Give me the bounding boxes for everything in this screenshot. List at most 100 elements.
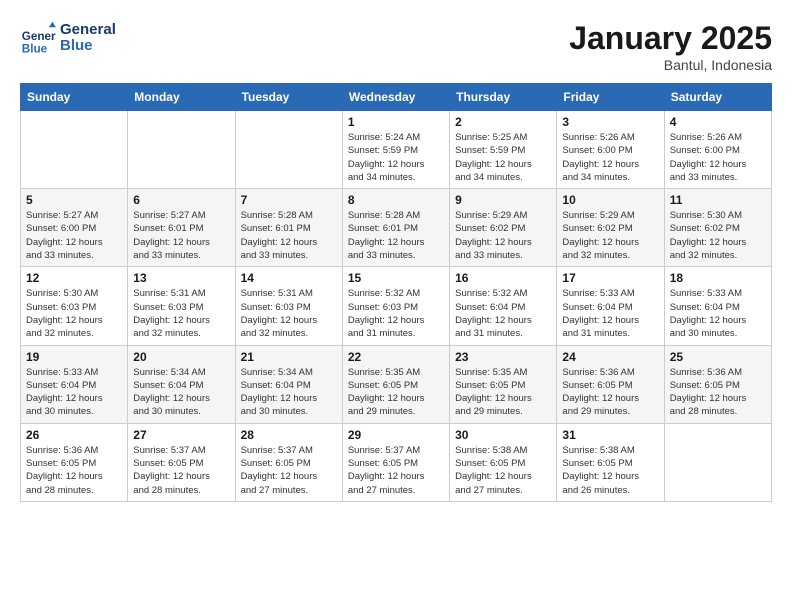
- day-number: 15: [348, 271, 444, 285]
- day-info: Sunrise: 5:35 AM Sunset: 6:05 PM Dayligh…: [455, 366, 551, 419]
- day-number: 12: [26, 271, 122, 285]
- weekday-header: Monday: [128, 84, 235, 111]
- calendar-cell: 2 Sunrise: 5:25 AM Sunset: 5:59 PM Daylig…: [450, 111, 557, 189]
- day-number: 17: [562, 271, 658, 285]
- day-info: Sunrise: 5:27 AM Sunset: 6:01 PM Dayligh…: [133, 209, 229, 262]
- calendar-week-row: 12 Sunrise: 5:30 AM Sunset: 6:03 PM Dayli…: [21, 267, 772, 345]
- calendar-cell: 9Sunrise: 5:29 AM Sunset: 6:02 PM Daylig…: [450, 189, 557, 267]
- calendar-cell: 21Sunrise: 5:34 AM Sunset: 6:04 PM Dayli…: [235, 345, 342, 423]
- day-info: Sunrise: 5:30 AM Sunset: 6:02 PM Dayligh…: [670, 209, 766, 262]
- day-number: 19: [26, 350, 122, 364]
- day-number: 13: [133, 271, 229, 285]
- calendar-cell: 4 Sunrise: 5:26 AM Sunset: 6:00 PM Daylig…: [664, 111, 771, 189]
- svg-text:Blue: Blue: [22, 42, 48, 55]
- day-info: Sunrise: 5:33 AM Sunset: 6:04 PM Dayligh…: [26, 366, 122, 419]
- day-info: Sunrise: 5:29 AM Sunset: 6:02 PM Dayligh…: [562, 209, 658, 262]
- calendar-cell: 24 Sunrise: 5:36 AM Sunset: 6:05 PM Dayli…: [557, 345, 664, 423]
- day-number: 14: [241, 271, 337, 285]
- day-number: 24: [562, 350, 658, 364]
- calendar-cell: [21, 111, 128, 189]
- calendar-cell: 22Sunrise: 5:35 AM Sunset: 6:05 PM Dayli…: [342, 345, 449, 423]
- day-number: 7: [241, 193, 337, 207]
- calendar-cell: [128, 111, 235, 189]
- day-info: Sunrise: 5:28 AM Sunset: 6:01 PM Dayligh…: [348, 209, 444, 262]
- day-info: Sunrise: 5:28 AM Sunset: 6:01 PM Dayligh…: [241, 209, 337, 262]
- day-number: 20: [133, 350, 229, 364]
- day-number: 29: [348, 428, 444, 442]
- day-number: 16: [455, 271, 551, 285]
- day-number: 26: [26, 428, 122, 442]
- logo-line2: Blue: [60, 38, 116, 55]
- logo-line1: General: [60, 22, 116, 39]
- calendar-cell: 18 Sunrise: 5:33 AM Sunset: 6:04 PM Dayli…: [664, 267, 771, 345]
- calendar-cell: 17 Sunrise: 5:33 AM Sunset: 6:04 PM Dayli…: [557, 267, 664, 345]
- calendar-cell: 19 Sunrise: 5:33 AM Sunset: 6:04 PM Dayli…: [21, 345, 128, 423]
- day-info: Sunrise: 5:34 AM Sunset: 6:04 PM Dayligh…: [133, 366, 229, 419]
- calendar-cell: 12 Sunrise: 5:30 AM Sunset: 6:03 PM Dayli…: [21, 267, 128, 345]
- day-info: Sunrise: 5:26 AM Sunset: 6:00 PM Dayligh…: [562, 131, 658, 184]
- day-number: 25: [670, 350, 766, 364]
- calendar-cell: 14 Sunrise: 5:31 AM Sunset: 6:03 PM Dayli…: [235, 267, 342, 345]
- month-title: January 2025: [569, 20, 772, 57]
- calendar-cell: 1Sunrise: 5:24 AM Sunset: 5:59 PM Daylig…: [342, 111, 449, 189]
- calendar-cell: 11Sunrise: 5:30 AM Sunset: 6:02 PM Dayli…: [664, 189, 771, 267]
- day-info: Sunrise: 5:37 AM Sunset: 6:05 PM Dayligh…: [241, 444, 337, 497]
- day-number: 28: [241, 428, 337, 442]
- weekday-header: Wednesday: [342, 84, 449, 111]
- location: Bantul, Indonesia: [569, 57, 772, 73]
- calendar-cell: 30 Sunrise: 5:38 AM Sunset: 6:05 PM Dayli…: [450, 423, 557, 501]
- calendar-cell: 15Sunrise: 5:32 AM Sunset: 6:03 PM Dayli…: [342, 267, 449, 345]
- logo: General Blue General Blue: [20, 20, 116, 56]
- day-info: Sunrise: 5:36 AM Sunset: 6:05 PM Dayligh…: [26, 444, 122, 497]
- calendar-cell: 28 Sunrise: 5:37 AM Sunset: 6:05 PM Dayli…: [235, 423, 342, 501]
- calendar-week-row: 19 Sunrise: 5:33 AM Sunset: 6:04 PM Dayli…: [21, 345, 772, 423]
- day-info: Sunrise: 5:37 AM Sunset: 6:05 PM Dayligh…: [348, 444, 444, 497]
- calendar-cell: [235, 111, 342, 189]
- day-number: 21: [241, 350, 337, 364]
- calendar-table: SundayMondayTuesdayWednesdayThursdayFrid…: [20, 83, 772, 502]
- calendar-cell: 5Sunrise: 5:27 AM Sunset: 6:00 PM Daylig…: [21, 189, 128, 267]
- calendar-week-row: 26 Sunrise: 5:36 AM Sunset: 6:05 PM Dayli…: [21, 423, 772, 501]
- day-info: Sunrise: 5:25 AM Sunset: 5:59 PM Dayligh…: [455, 131, 551, 184]
- day-number: 6: [133, 193, 229, 207]
- calendar-week-row: 1Sunrise: 5:24 AM Sunset: 5:59 PM Daylig…: [21, 111, 772, 189]
- calendar-cell: 3 Sunrise: 5:26 AM Sunset: 6:00 PM Daylig…: [557, 111, 664, 189]
- day-info: Sunrise: 5:27 AM Sunset: 6:00 PM Dayligh…: [26, 209, 122, 262]
- day-number: 10: [562, 193, 658, 207]
- calendar-cell: 25 Sunrise: 5:36 AM Sunset: 6:05 PM Dayli…: [664, 345, 771, 423]
- calendar-cell: 7 Sunrise: 5:28 AM Sunset: 6:01 PM Daylig…: [235, 189, 342, 267]
- calendar-cell: 26 Sunrise: 5:36 AM Sunset: 6:05 PM Dayli…: [21, 423, 128, 501]
- calendar-cell: 13 Sunrise: 5:31 AM Sunset: 6:03 PM Dayli…: [128, 267, 235, 345]
- day-info: Sunrise: 5:36 AM Sunset: 6:05 PM Dayligh…: [670, 366, 766, 419]
- calendar-cell: 10 Sunrise: 5:29 AM Sunset: 6:02 PM Dayli…: [557, 189, 664, 267]
- day-info: Sunrise: 5:38 AM Sunset: 6:05 PM Dayligh…: [562, 444, 658, 497]
- day-info: Sunrise: 5:33 AM Sunset: 6:04 PM Dayligh…: [562, 287, 658, 340]
- svg-text:General: General: [22, 30, 56, 43]
- weekday-header: Friday: [557, 84, 664, 111]
- day-info: Sunrise: 5:33 AM Sunset: 6:04 PM Dayligh…: [670, 287, 766, 340]
- day-info: Sunrise: 5:35 AM Sunset: 6:05 PM Dayligh…: [348, 366, 444, 419]
- day-info: Sunrise: 5:38 AM Sunset: 6:05 PM Dayligh…: [455, 444, 551, 497]
- calendar-cell: 31 Sunrise: 5:38 AM Sunset: 6:05 PM Dayli…: [557, 423, 664, 501]
- day-info: Sunrise: 5:29 AM Sunset: 6:02 PM Dayligh…: [455, 209, 551, 262]
- day-number: 1: [348, 115, 444, 129]
- day-info: Sunrise: 5:30 AM Sunset: 6:03 PM Dayligh…: [26, 287, 122, 340]
- day-number: 31: [562, 428, 658, 442]
- day-info: Sunrise: 5:31 AM Sunset: 6:03 PM Dayligh…: [133, 287, 229, 340]
- calendar-cell: 6 Sunrise: 5:27 AM Sunset: 6:01 PM Daylig…: [128, 189, 235, 267]
- day-number: 23: [455, 350, 551, 364]
- day-number: 2: [455, 115, 551, 129]
- weekday-header: Tuesday: [235, 84, 342, 111]
- page-header: General Blue General Blue January 2025 B…: [20, 20, 772, 73]
- day-info: Sunrise: 5:26 AM Sunset: 6:00 PM Dayligh…: [670, 131, 766, 184]
- calendar-week-row: 5Sunrise: 5:27 AM Sunset: 6:00 PM Daylig…: [21, 189, 772, 267]
- day-info: Sunrise: 5:36 AM Sunset: 6:05 PM Dayligh…: [562, 366, 658, 419]
- day-number: 30: [455, 428, 551, 442]
- day-info: Sunrise: 5:37 AM Sunset: 6:05 PM Dayligh…: [133, 444, 229, 497]
- day-number: 3: [562, 115, 658, 129]
- day-number: 18: [670, 271, 766, 285]
- weekday-header-row: SundayMondayTuesdayWednesdayThursdayFrid…: [21, 84, 772, 111]
- day-info: Sunrise: 5:31 AM Sunset: 6:03 PM Dayligh…: [241, 287, 337, 340]
- day-number: 4: [670, 115, 766, 129]
- title-block: January 2025 Bantul, Indonesia: [569, 20, 772, 73]
